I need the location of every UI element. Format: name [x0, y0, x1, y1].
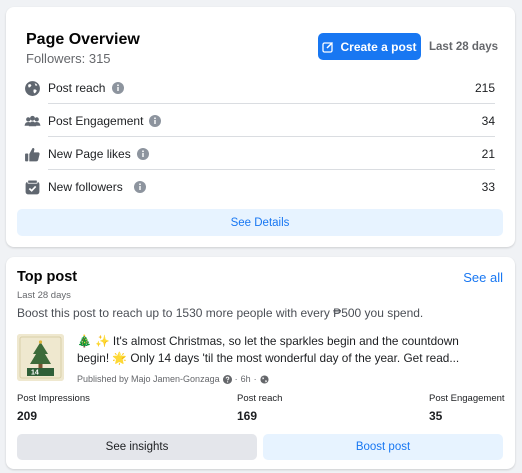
page-overview-card: Page Overview Followers: 315 Create a po… [6, 7, 515, 247]
meta-separator: · [234, 374, 238, 384]
post-thumbnail[interactable]: 14 [17, 334, 64, 381]
post-time[interactable]: 6h [241, 374, 251, 384]
metric-value: 34 [481, 114, 495, 128]
metric-value: 215 [474, 81, 495, 95]
christmas-tree-image: 14 [17, 334, 64, 381]
stat-value: 169 [237, 409, 258, 423]
see-insights-button[interactable]: See insights [17, 434, 257, 460]
metric-row-post-engagement[interactable]: Post Engagement 34 [24, 104, 495, 137]
metric-label: New Page likes [48, 147, 131, 161]
metric-row-new-page-likes[interactable]: New Page likes 21 [24, 137, 495, 170]
meta-separator: · [253, 374, 257, 384]
stat-label: Post reach [237, 393, 283, 404]
followers-count: Followers: 315 [26, 51, 111, 66]
info-icon[interactable] [134, 181, 146, 193]
stat-label: Post Engagement [429, 393, 505, 404]
thumbnail-number: 14 [31, 370, 39, 377]
globe-icon [25, 81, 40, 96]
stat-post-reach: Post reach 169 [237, 393, 282, 423]
stat-post-impressions: Post Impressions 209 [17, 393, 90, 423]
stat-value: 209 [17, 409, 38, 423]
metric-value: 21 [481, 147, 495, 161]
metric-label: Post reach [48, 81, 106, 95]
info-icon[interactable] [112, 82, 124, 94]
globe-icon [260, 374, 269, 384]
info-icon[interactable] [149, 115, 161, 127]
post-meta: Published by Majo Jamen-Gonzaga · 6h · [77, 374, 269, 384]
metric-label: Post Engagement [48, 114, 144, 128]
info-icon[interactable] [137, 148, 149, 160]
edit-icon [322, 41, 334, 53]
stat-label: Post Impressions [17, 393, 90, 404]
page-overview-title: Page Overview [26, 31, 140, 48]
thumbs-up-icon [25, 147, 40, 162]
post-preview-text[interactable]: 🎄 ✨ It's almost Christmas, so let the sp… [77, 333, 503, 367]
boost-post-button[interactable]: Boost post [263, 434, 503, 460]
question-icon[interactable] [222, 374, 232, 384]
top-post-title: Top post [17, 269, 78, 285]
see-details-button[interactable]: See Details [17, 209, 503, 236]
create-post-button[interactable]: Create a post [318, 33, 421, 60]
create-post-label: Create a post [340, 39, 417, 54]
metric-label: New followers [48, 180, 123, 194]
boost-suggestion-text: Boost this post to reach up to 1530 more… [17, 306, 424, 320]
metric-value: 33 [481, 180, 495, 194]
post-text-line-1: 🎄 ✨ It's almost Christmas, so let the sp… [77, 334, 459, 348]
published-by: Published by Majo Jamen-Gonzaga [77, 374, 220, 384]
see-all-link[interactable]: See all [463, 270, 503, 285]
post-text-line-2: begin! 🌟 Only 14 days 'til the most wond… [77, 351, 460, 365]
follow-check-icon [25, 179, 40, 195]
people-icon [24, 115, 41, 127]
date-range-label: Last 28 days [429, 41, 499, 53]
metric-row-new-followers[interactable]: New followers 33 [24, 170, 495, 203]
top-post-date-range: Last 28 days [17, 290, 71, 301]
stat-value: 35 [429, 409, 443, 423]
top-post-card: Top post See all Last 28 days Boost this… [6, 257, 515, 469]
metric-row-post-reach[interactable]: Post reach 215 [24, 71, 495, 104]
stat-post-engagement: Post Engagement 35 [429, 393, 505, 423]
